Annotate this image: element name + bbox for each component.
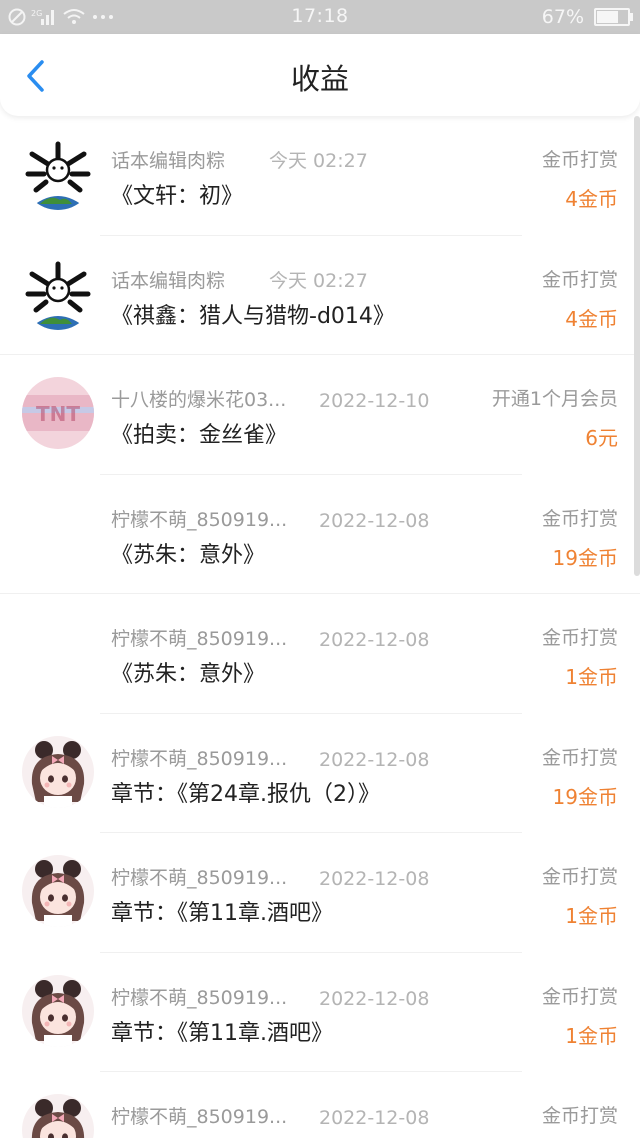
income-type: 金币打赏 bbox=[541, 746, 618, 769]
status-icons-right: 67% bbox=[541, 5, 633, 29]
list-item[interactable]: 柠檬不萌_850919... 2022-12-08 《苏朱：意外》 金币打赏 1金币 bbox=[0, 594, 640, 714]
record-time: 今天 02:27 bbox=[269, 269, 368, 292]
income-amount: 19金币 bbox=[552, 784, 618, 809]
anime-girl-icon bbox=[22, 1094, 94, 1138]
tnt-blur-icon: TNT bbox=[22, 377, 94, 449]
work-title: 章节：《第24章.报仇（2）》 bbox=[111, 781, 380, 807]
earth-bone-icon bbox=[22, 138, 94, 210]
record-time: 2022-12-08 bbox=[319, 987, 430, 1010]
income-amount: 6元 bbox=[585, 426, 618, 450]
list-item[interactable]: TNT 十八楼的爆米花03... 2022-12-10 《拍卖：金丝雀》 开通1个月会… bbox=[0, 355, 640, 475]
income-amount: 1金币 bbox=[565, 1023, 618, 1048]
anime-girl-icon bbox=[22, 974, 94, 1047]
record-meta: 话本编辑肉粽 今天 02:27 bbox=[111, 146, 368, 173]
earth-bone-icon bbox=[22, 257, 94, 330]
income-type: 金币打赏 bbox=[541, 985, 618, 1008]
income-amount: 1金币 bbox=[565, 665, 618, 689]
income-type: 金币打赏 bbox=[541, 507, 618, 530]
list-item[interactable]: 话本编辑肉粽 今天 02:27 《祺鑫：猎人与猎物-d014》 金币打赏 4金币 bbox=[0, 236, 640, 355]
record-meta: 柠檬不萌_850919... 2022-12-08 bbox=[111, 624, 429, 651]
income-type: 开通1个月会员 bbox=[491, 388, 618, 410]
user-name: 柠檬不萌_850919... bbox=[111, 628, 288, 650]
record-time: 2022-12-08 bbox=[319, 629, 430, 651]
user-name: 柠檬不萌_850919... bbox=[111, 986, 288, 1009]
record-meta: 柠檬不萌_850919... 2022-12-08 bbox=[111, 983, 429, 1010]
anime-girl-icon bbox=[22, 735, 94, 808]
income-type: 金币打赏 bbox=[541, 149, 618, 171]
battery-icon bbox=[594, 8, 633, 26]
scrollbar[interactable] bbox=[634, 116, 640, 576]
list-item[interactable]: 柠檬不萌_850919... 2022-12-08 章节：《第11章.酒吧》 金币打赏… bbox=[0, 953, 640, 1072]
income-type: 金币打赏 bbox=[541, 627, 618, 649]
record-time: 2022-12-08 bbox=[319, 868, 430, 890]
list-item[interactable]: 话本编辑肉粽 今天 02:27 《文轩：初》 金币打赏 4金币 bbox=[0, 116, 640, 236]
income-type: 金币打赏 bbox=[541, 1105, 618, 1127]
status-bar: 2G 17:18 67% bbox=[0, 0, 640, 34]
list-item[interactable]: 柠檬不萌_850919... 2022-12-08 章节：《第11章.酒吧》 金币打赏… bbox=[0, 833, 640, 953]
record-meta: 话本编辑肉粽 今天 02:27 bbox=[111, 266, 368, 293]
svg-text:TNT: TNT bbox=[36, 402, 80, 426]
list-item[interactable]: 柠檬不萌_850919... 2022-12-08 《苏朱：意外》 金币打赏 19金币 bbox=[0, 475, 640, 594]
income-amount: 1金币 bbox=[565, 904, 618, 928]
user-name: 柠檬不萌_850919... bbox=[111, 508, 288, 531]
work-title: 《文轩：初》 bbox=[111, 184, 244, 209]
user-name: 柠檬不萌_850919... bbox=[111, 747, 288, 770]
work-title: 《拍卖：金丝雀》 bbox=[111, 423, 288, 448]
work-title: 章节：《第11章.酒吧》 bbox=[111, 901, 333, 926]
work-title: 《祺鑫：猎人与猎物-d014》 bbox=[111, 303, 395, 329]
record-time: 2022-12-08 bbox=[319, 1107, 430, 1129]
income-type: 金币打赏 bbox=[541, 268, 618, 291]
battery-percent: 67% bbox=[541, 6, 584, 28]
income-amount: 4金币 bbox=[565, 306, 618, 331]
work-title: 章节：《第11章.酒吧》 bbox=[111, 1020, 333, 1046]
income-type: 金币打赏 bbox=[541, 866, 618, 888]
avatar bbox=[22, 616, 94, 688]
record-time: 2022-12-08 bbox=[319, 748, 430, 771]
list-item[interactable]: 柠檬不萌_850919... 2022-12-08 章节：《第24章.报仇（2）》 金… bbox=[0, 714, 640, 833]
record-meta: 柠檬不萌_850919... 2022-12-08 bbox=[111, 505, 429, 532]
income-amount: 19金币 bbox=[552, 545, 618, 570]
record-time: 2022-12-10 bbox=[319, 390, 430, 412]
page-title: 收益 bbox=[290, 62, 349, 96]
income-amount: 4金币 bbox=[565, 187, 618, 211]
work-title: 《苏朱：意外》 bbox=[111, 542, 266, 568]
header: 收益 bbox=[0, 34, 640, 116]
earnings-list[interactable]: 话本编辑肉粽 今天 02:27 《文轩：初》 金币打赏 4金币 话本编辑肉粽 今天 02:… bbox=[0, 116, 640, 1138]
avatar bbox=[22, 497, 94, 569]
anime-girl-icon bbox=[22, 855, 94, 927]
record-time: 今天 02:27 bbox=[269, 150, 368, 172]
record-meta: 十八楼的爆米花03... 2022-12-10 bbox=[111, 385, 429, 412]
user-name: 柠檬不萌_850919... bbox=[111, 867, 288, 889]
work-title: 《苏朱：意外》 bbox=[111, 662, 266, 687]
record-meta: 柠檬不萌_850919... 2022-12-08 bbox=[111, 1102, 429, 1129]
list-item[interactable]: 柠檬不萌_850919... 2022-12-08 金币打赏 bbox=[0, 1072, 640, 1138]
record-time: 2022-12-08 bbox=[319, 509, 430, 532]
user-name: 柠檬不萌_850919... bbox=[111, 1106, 288, 1128]
user-name: 十八楼的爆米花03... bbox=[111, 389, 287, 411]
record-meta: 柠檬不萌_850919... 2022-12-08 bbox=[111, 744, 429, 771]
record-meta: 柠檬不萌_850919... 2022-12-08 bbox=[111, 863, 429, 890]
